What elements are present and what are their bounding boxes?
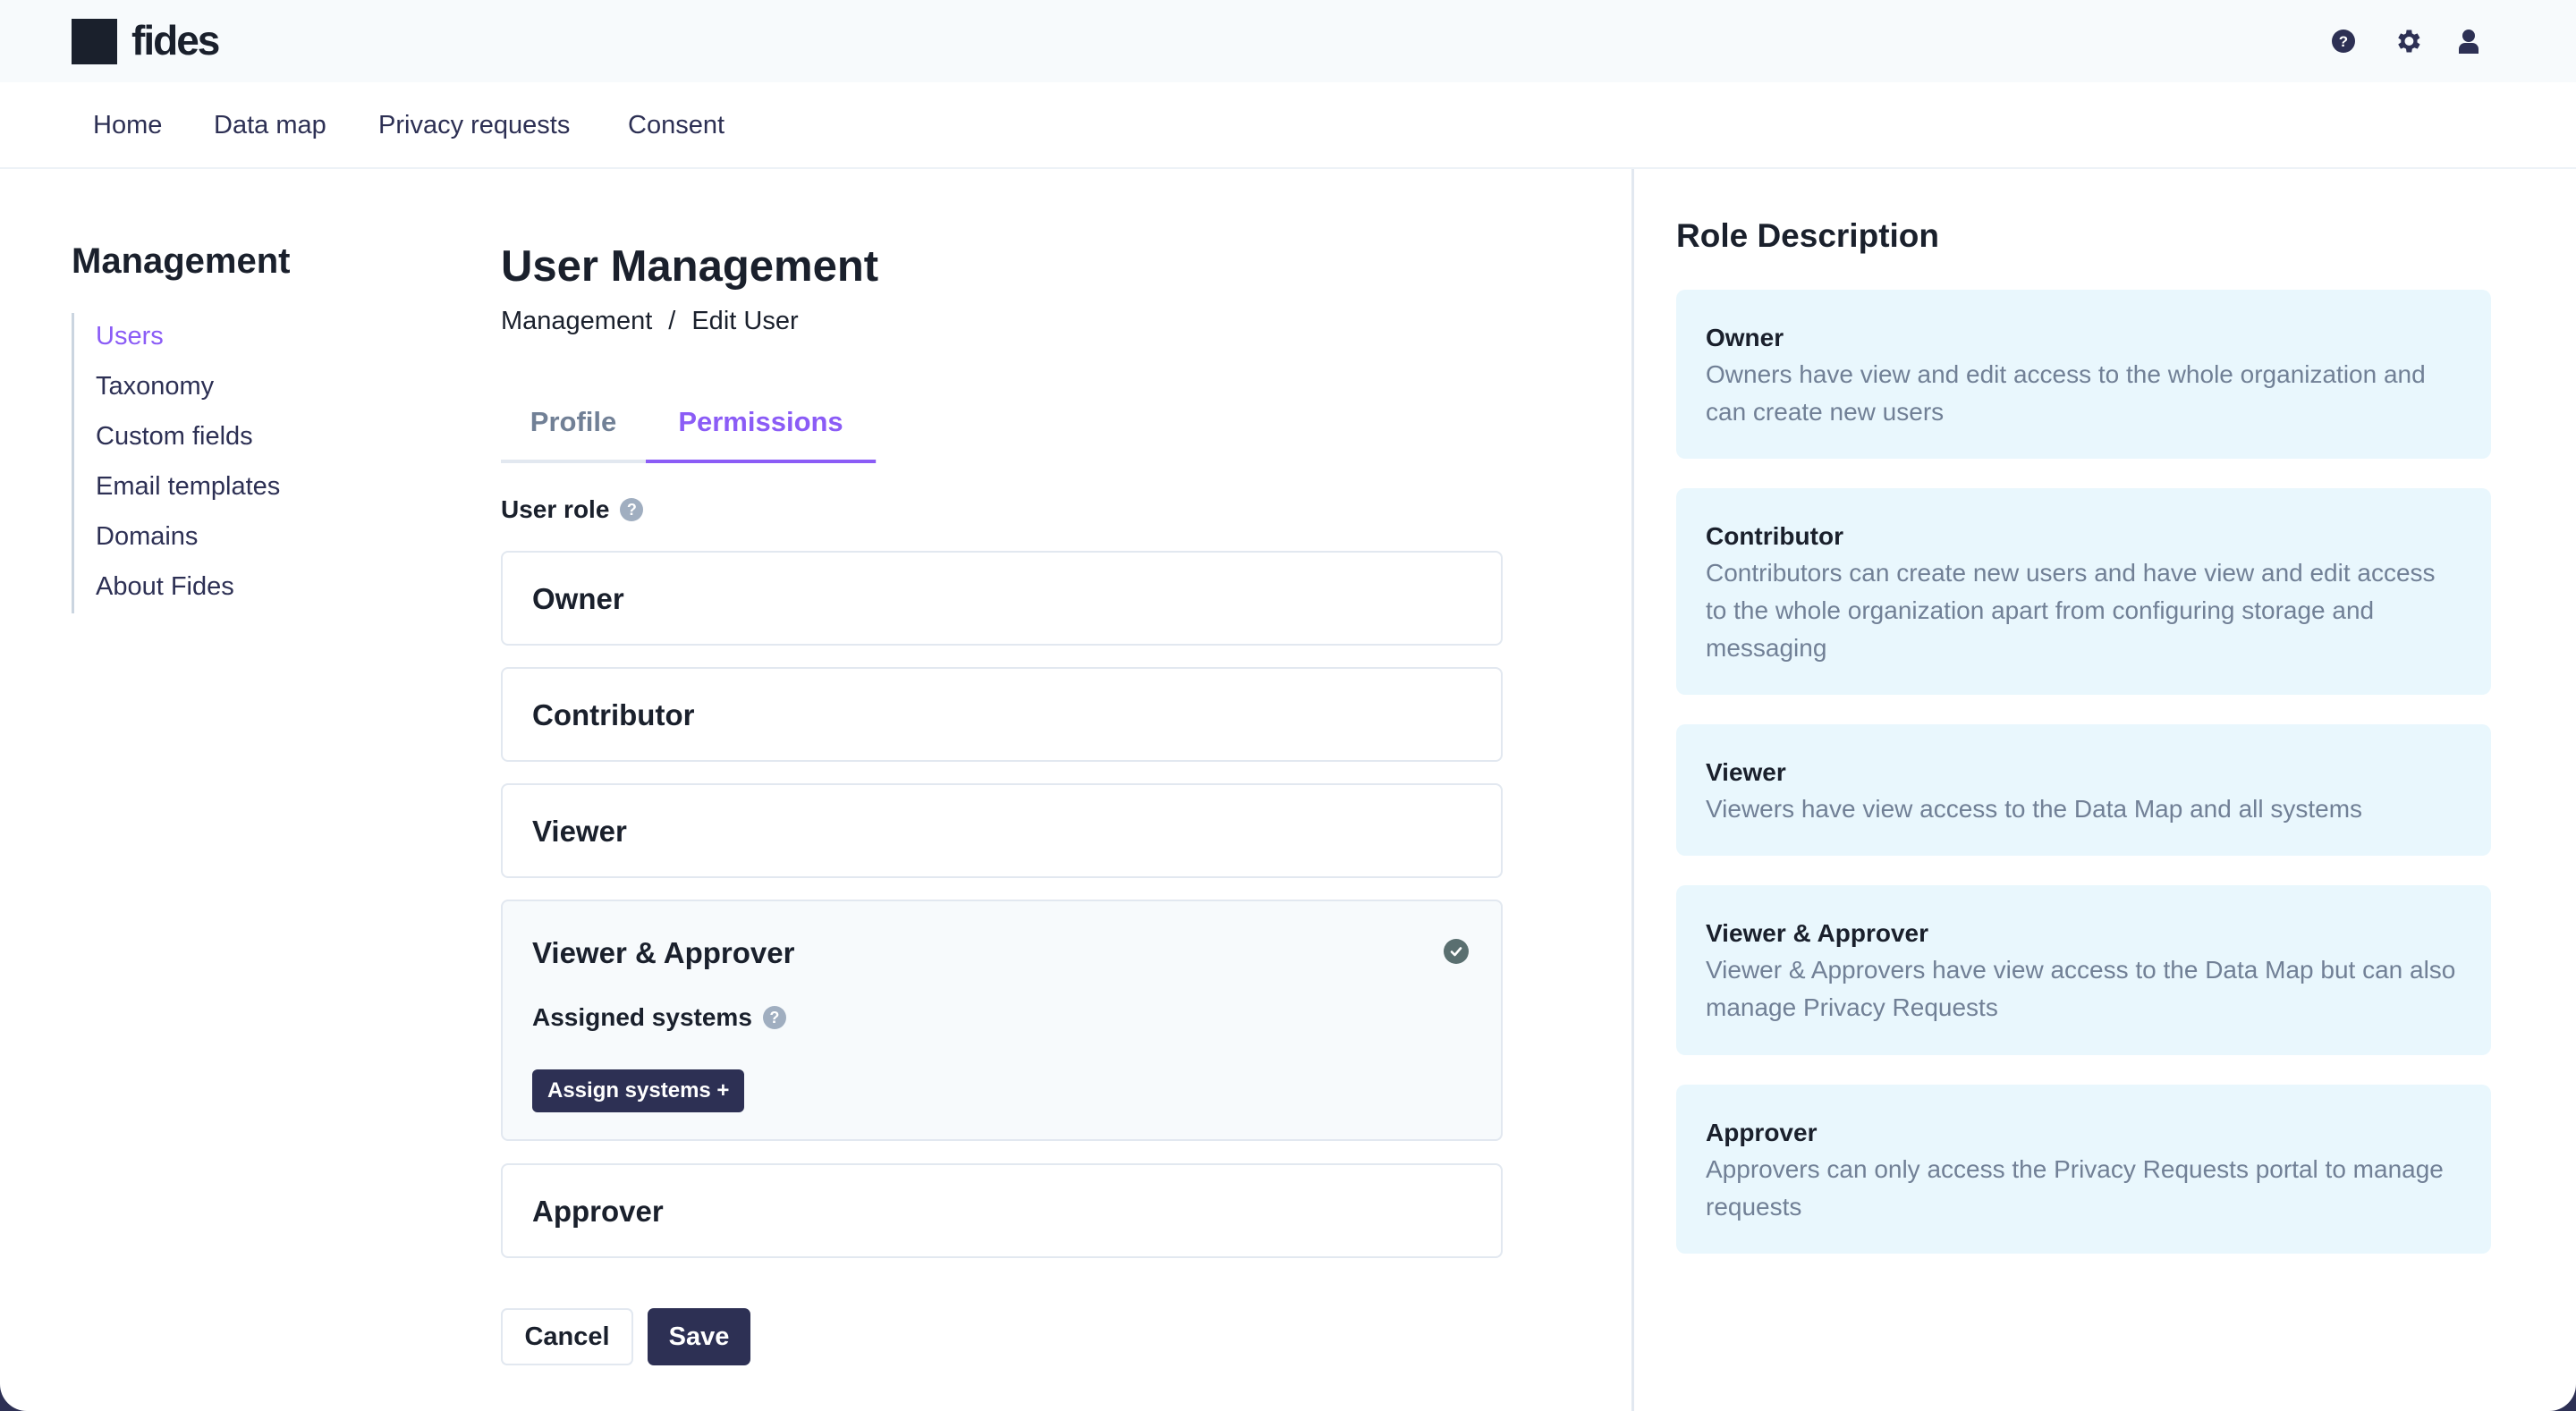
logo-text[interactable]: fides xyxy=(131,16,220,64)
breadcrumb-parent[interactable]: Management xyxy=(501,307,652,336)
nav-privacy-requests[interactable]: Privacy requests xyxy=(378,111,570,140)
role-description-text: Viewers have view access to the Data Map… xyxy=(1706,795,2363,823)
app-window: fides ? Home Data map Privacy requests C… xyxy=(0,0,2576,1411)
nav-home[interactable]: Home xyxy=(93,111,162,140)
role-option-viewer-approver[interactable]: Viewer & Approver Assigned systems ? Ass… xyxy=(501,900,1503,1141)
breadcrumb: Management / Edit User xyxy=(501,307,799,336)
fides-logo-icon[interactable] xyxy=(72,19,117,64)
tab-permissions[interactable]: Permissions xyxy=(646,401,876,463)
assigned-systems-label-text: Assigned systems xyxy=(532,1003,752,1031)
page-title: User Management xyxy=(501,242,879,291)
role-option-label: Approver xyxy=(532,1195,664,1228)
help-icon[interactable]: ? xyxy=(620,498,644,521)
user-account-icon[interactable] xyxy=(2451,23,2487,59)
tab-list: Profile Permissions xyxy=(501,401,877,463)
sidebar-menu: Users Taxonomy Custom fields Email templ… xyxy=(72,313,358,613)
svg-text:?: ? xyxy=(2339,33,2348,50)
assigned-systems-label: Assigned systems ? xyxy=(532,1003,786,1032)
role-option-label: Viewer & Approver xyxy=(532,936,795,969)
role-option-contributor[interactable]: Contributor xyxy=(501,667,1503,762)
role-option-label: Viewer xyxy=(532,815,627,848)
sidebar-title: Management xyxy=(72,241,291,281)
role-description-name: Owner xyxy=(1706,324,1784,351)
sidebar-item-users[interactable]: Users xyxy=(96,322,164,351)
role-option-approver[interactable]: Approver xyxy=(501,1163,1503,1258)
sidebar-item-about-fides[interactable]: About Fides xyxy=(96,572,234,602)
role-description-name: Contributor xyxy=(1706,522,1843,550)
role-description-text: Viewer & Approvers have view access to t… xyxy=(1706,956,2456,1021)
role-description-owner: Owner Owners have view and edit access t… xyxy=(1676,290,2491,459)
role-description-text: Owners have view and edit access to the … xyxy=(1706,360,2426,426)
tab-profile[interactable]: Profile xyxy=(501,401,646,463)
role-option-label: Contributor xyxy=(532,698,695,731)
top-bar: fides ? xyxy=(0,0,2576,82)
role-description-text: Approvers can only access the Privacy Re… xyxy=(1706,1155,2444,1221)
breadcrumb-separator: / xyxy=(668,307,676,335)
role-description-name: Viewer & Approver xyxy=(1706,919,1928,947)
role-description-title: Role Description xyxy=(1676,217,1939,254)
selected-check-icon xyxy=(1444,939,1469,964)
panel-divider xyxy=(1631,169,1634,1411)
breadcrumb-current: Edit User xyxy=(691,307,799,335)
nav-data-map[interactable]: Data map xyxy=(214,111,326,140)
nav-consent[interactable]: Consent xyxy=(628,111,724,140)
save-button[interactable]: Save xyxy=(648,1308,750,1365)
role-description-contributor: Contributor Contributors can create new … xyxy=(1676,488,2491,695)
user-role-label-text: User role xyxy=(501,495,610,523)
role-option-label: Owner xyxy=(532,582,624,615)
sidebar-item-email-templates[interactable]: Email templates xyxy=(96,472,280,502)
help-icon[interactable]: ? xyxy=(2326,23,2361,59)
role-description-approver: Approver Approvers can only access the P… xyxy=(1676,1085,2491,1254)
role-description-viewer: Viewer Viewers have view access to the D… xyxy=(1676,724,2491,856)
cancel-button[interactable]: Cancel xyxy=(501,1308,633,1365)
help-icon[interactable]: ? xyxy=(762,1006,786,1029)
main-nav: Home Data map Privacy requests Consent xyxy=(0,82,2576,169)
role-description-text: Contributors can create new users and ha… xyxy=(1706,559,2436,662)
user-role-label: User role ? xyxy=(501,495,644,524)
role-description-name: Viewer xyxy=(1706,758,1786,786)
sidebar-item-taxonomy[interactable]: Taxonomy xyxy=(96,372,214,401)
role-description-name: Approver xyxy=(1706,1119,1818,1146)
assign-systems-button[interactable]: Assign systems + xyxy=(532,1069,745,1112)
sidebar-item-custom-fields[interactable]: Custom fields xyxy=(96,422,253,452)
role-description-viewer-approver: Viewer & Approver Viewer & Approvers hav… xyxy=(1676,885,2491,1055)
role-option-owner[interactable]: Owner xyxy=(501,551,1503,646)
settings-gear-icon[interactable] xyxy=(2390,23,2426,59)
sidebar-item-domains[interactable]: Domains xyxy=(96,522,198,552)
role-option-viewer[interactable]: Viewer xyxy=(501,783,1503,878)
